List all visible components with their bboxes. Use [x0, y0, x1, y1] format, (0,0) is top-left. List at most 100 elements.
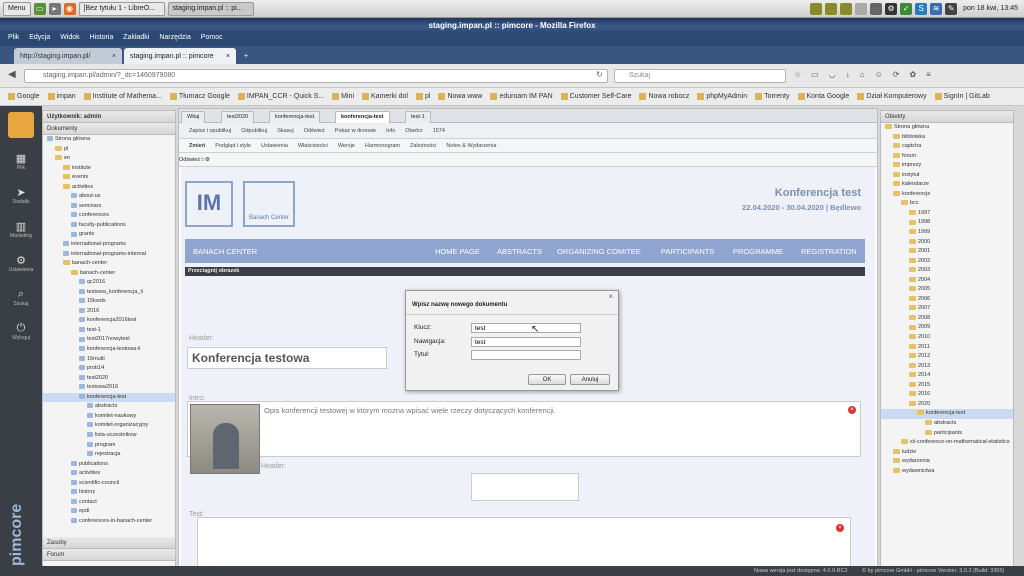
tree-item[interactable]: xii-conference-on-mathematical-statistic… — [881, 438, 1013, 448]
tree-item[interactable]: qc2016 — [43, 278, 175, 288]
tree-item[interactable]: 1999 — [881, 228, 1013, 238]
tree-item[interactable]: prob14 — [43, 364, 175, 374]
bookmark[interactable]: IMPAN_CCR - Quick S... — [237, 93, 324, 100]
delete-icon[interactable]: × — [836, 524, 844, 532]
drag-image-bar[interactable]: Przeciągnij obrazek — [185, 267, 865, 276]
back-icon[interactable]: ◀ — [8, 69, 16, 80]
header2-editable[interactable] — [471, 473, 579, 501]
tree-item[interactable]: conferences — [43, 211, 175, 221]
tree-item[interactable]: test-1 — [43, 326, 175, 336]
nav-marketing[interactable]: ▥ Marketing — [0, 212, 42, 246]
tree-item[interactable]: program — [43, 441, 175, 451]
tab-notes[interactable]: Notes & Wydarzenia — [446, 143, 496, 149]
nav-organizing[interactable]: ORGANIZING COMITEE — [557, 247, 641, 256]
clipboard-icon[interactable]: ▭ — [811, 70, 819, 79]
tree-item[interactable]: rejestracja — [43, 450, 175, 460]
tree-item[interactable]: wydarzenia — [881, 457, 1013, 467]
bookmark[interactable]: pl — [415, 93, 430, 100]
menu-icon[interactable]: ≡ — [926, 70, 931, 79]
tree-item[interactable]: conferences-in-banach-center — [43, 517, 175, 527]
tree-item[interactable]: forum — [881, 152, 1013, 162]
tab-versions[interactable]: Wersje — [338, 143, 355, 149]
bookmark[interactable]: Tłumacz Google — [169, 93, 230, 100]
show-in-tree-button[interactable]: Pokaż w drzewie — [335, 128, 376, 134]
extension-icon[interactable]: ✿ — [909, 70, 916, 79]
bookmark[interactable]: Nowa www — [438, 93, 482, 100]
tree-item[interactable]: test2017nowytest — [43, 335, 175, 345]
tree-item[interactable]: captcha — [881, 142, 1013, 152]
clock[interactable]: pon 18 kwi, 13:45 — [963, 5, 1018, 12]
close-icon[interactable]: × — [608, 292, 613, 301]
tree-item[interactable]: test2020 — [43, 374, 175, 384]
update-notice[interactable]: Nowa wersja jest dostępna: 4.0.0.RC2 — [754, 566, 848, 576]
tree-item[interactable]: 2000 — [881, 238, 1013, 248]
tree-item[interactable]: 1998 — [881, 218, 1013, 228]
tree-item[interactable]: 2002 — [881, 257, 1013, 267]
files-icon[interactable]: ▭ — [33, 2, 46, 15]
start-menu-button[interactable]: Menu — [3, 1, 31, 16]
tree-item[interactable]: abstracts — [43, 402, 175, 412]
tree-item[interactable]: wydawnictwa — [881, 467, 1013, 477]
ok-button[interactable]: OK — [528, 374, 566, 385]
network-tray-icon[interactable]: ≋ — [930, 2, 943, 15]
tree-item[interactable]: faculty-publications — [43, 221, 175, 231]
bookmark[interactable]: Kamerki dol — [362, 93, 408, 100]
bookmark[interactable]: Konta Google — [797, 93, 849, 100]
tree-item[interactable]: scientific-council — [43, 479, 175, 489]
workspace-2-icon[interactable] — [825, 2, 838, 15]
download-icon[interactable]: ↓ — [846, 70, 850, 79]
tree-item[interactable]: 2010 — [881, 333, 1013, 343]
reload-icon[interactable]: ↻ — [596, 70, 603, 79]
bookmark[interactable]: Dział Komputerowy — [857, 93, 927, 100]
browser-tab[interactable]: http://staging.impan.pl/× — [14, 48, 122, 64]
tree-item[interactable]: abstracts — [881, 419, 1013, 429]
tree-item[interactable]: komitet-organizacyjny — [43, 421, 175, 431]
tree-item[interactable]: 2003 — [881, 266, 1013, 276]
menu-widok[interactable]: Widok — [60, 34, 79, 41]
unpublish-button[interactable]: Odpublikuj — [241, 128, 267, 134]
tree-item[interactable]: activities — [43, 469, 175, 479]
close-icon[interactable]: × — [112, 53, 116, 60]
menu-narzedzia[interactable]: Narzędzia — [159, 34, 191, 41]
tree-item[interactable]: 2008 — [881, 314, 1013, 324]
menu-edycja[interactable]: Edycja — [29, 34, 50, 41]
tree-item[interactable]: publications — [43, 460, 175, 470]
doc-tab-active[interactable]: konferencja-test — [335, 111, 390, 123]
star-icon[interactable]: ☆ — [794, 70, 801, 79]
tree-item[interactable]: participants — [881, 429, 1013, 439]
pocket-icon[interactable]: ◡ — [829, 70, 836, 79]
doc-tab[interactable]: test-1 — [405, 111, 431, 123]
tree-item[interactable]: 2007 — [881, 304, 1013, 314]
tree-item[interactable]: events — [43, 173, 175, 183]
tree-item[interactable]: 2014 — [881, 371, 1013, 381]
doc-tab[interactable]: test2020 — [221, 111, 255, 123]
tree-item[interactable]: testowa_konferencja_li — [43, 288, 175, 298]
tree-item[interactable]: seminars — [43, 202, 175, 212]
title-input[interactable] — [471, 350, 581, 360]
tab-dependencies[interactable]: Zależności — [410, 143, 436, 149]
bookmark[interactable]: Customer Self-Care — [560, 93, 631, 100]
tree-item[interactable]: bcc — [881, 199, 1013, 209]
tree-item[interactable]: Strona główna — [43, 135, 175, 145]
delete-button[interactable]: Skasuj — [277, 128, 294, 134]
bookmark[interactable]: phpMyAdmin — [697, 93, 747, 100]
nav-programme[interactable]: PROGRAMME — [733, 247, 783, 256]
menu-plik[interactable]: Plik — [8, 34, 19, 41]
tree-item[interactable]: 2004 — [881, 276, 1013, 286]
workspace-4-icon[interactable] — [855, 2, 868, 15]
tree-item[interactable]: banach-center — [43, 269, 175, 279]
tree-item[interactable]: international-programs-internal — [43, 250, 175, 260]
skype-tray-icon[interactable]: S — [915, 2, 928, 15]
bookmark[interactable]: Nowa robocz — [639, 93, 689, 100]
bookmark[interactable]: impan — [47, 93, 76, 100]
tree-item[interactable]: 2005 — [881, 285, 1013, 295]
menu-zakladki[interactable]: Zakładki — [123, 34, 149, 41]
tab-properties[interactable]: Właściwości — [298, 143, 328, 149]
menu-historia[interactable]: Historia — [90, 34, 114, 41]
tree-item[interactable]: konferencje — [881, 190, 1013, 200]
tree-item[interactable]: 2006 — [881, 295, 1013, 305]
objects-panel-header[interactable]: Obiekty — [881, 111, 1013, 123]
tree-item[interactable]: 2020 — [881, 400, 1013, 410]
tree-item[interactable]: activities — [43, 183, 175, 193]
workspace-1-icon[interactable] — [810, 2, 823, 15]
